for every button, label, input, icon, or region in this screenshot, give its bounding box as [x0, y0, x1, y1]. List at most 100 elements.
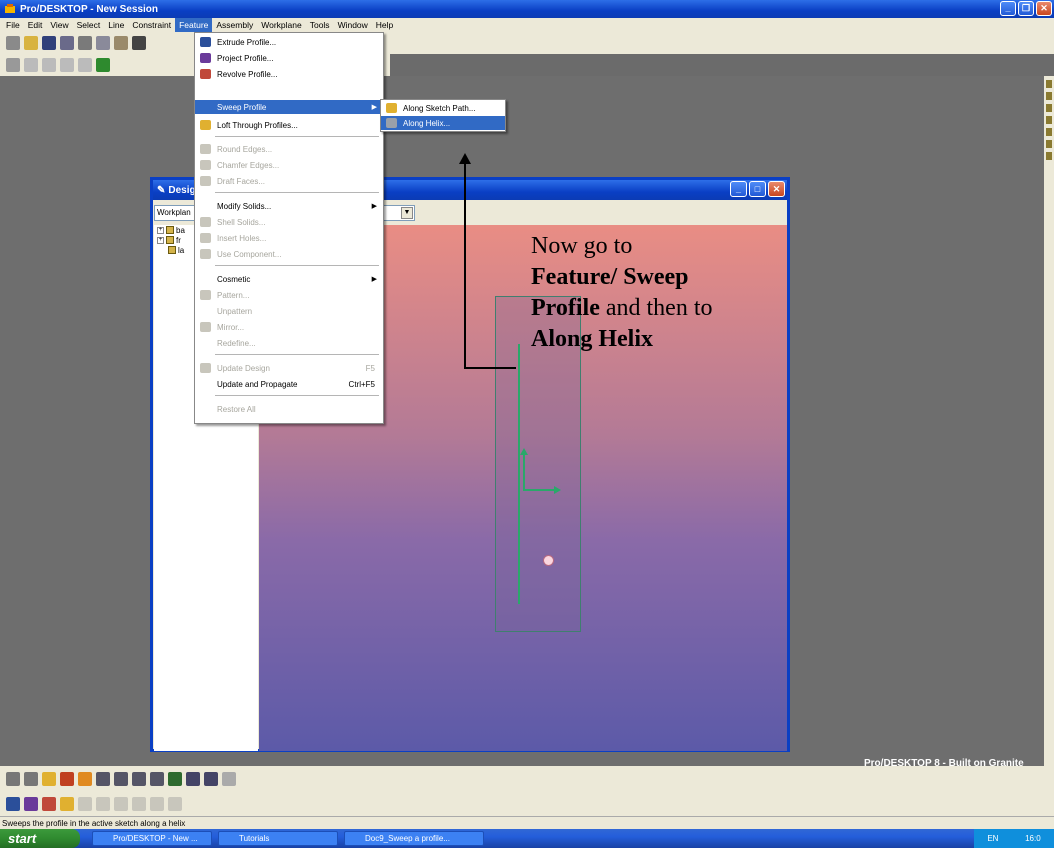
constraint-icon[interactable]	[96, 58, 110, 72]
menu-separator	[215, 265, 379, 266]
taskbar-item[interactable]: Doc9_Sweep a profile...	[344, 831, 484, 846]
menu-workplane[interactable]: Workplane	[257, 18, 305, 32]
menu-edit[interactable]: Edit	[24, 18, 47, 32]
line-icon[interactable]	[24, 58, 38, 72]
menu-item-along-helix[interactable]: Along Helix...	[381, 116, 505, 130]
origin-point[interactable]	[543, 555, 554, 566]
feature-icon[interactable]	[150, 796, 164, 811]
feature-icon[interactable]	[168, 796, 182, 811]
taskbar-item[interactable]: Pro/DESKTOP - New ...	[92, 831, 212, 846]
smile-icon[interactable]	[222, 771, 236, 786]
update-icon	[200, 363, 211, 373]
paste-icon[interactable]	[114, 36, 128, 50]
taskbar-item[interactable]: Tutorials	[218, 831, 338, 846]
right-tool-icon[interactable]	[1046, 116, 1052, 124]
view-icon[interactable]	[24, 771, 38, 786]
view-icon[interactable]	[60, 771, 74, 786]
menu-item-along-sketch-path[interactable]: Along Sketch Path...	[381, 101, 505, 115]
menu-window[interactable]: Window	[334, 18, 372, 32]
menu-file[interactable]: File	[2, 18, 24, 32]
menu-assembly[interactable]: Assembly	[212, 18, 257, 32]
close-button[interactable]: ✕	[1036, 1, 1052, 16]
copy-icon[interactable]	[96, 36, 110, 50]
menu-item-revolve-profile[interactable]: Revolve Profile...	[195, 67, 383, 81]
sweep-icon[interactable]	[60, 796, 74, 811]
menu-view[interactable]: View	[46, 18, 72, 32]
sweep-profile-submenu: Along Sketch Path... Along Helix...	[380, 99, 506, 132]
feature-icon[interactable]	[96, 796, 110, 811]
extrude-icon[interactable]	[6, 796, 20, 811]
revolve-icon[interactable]	[42, 796, 56, 811]
menu-item-restore-all: Restore All	[217, 404, 256, 414]
right-tool-icon[interactable]	[1046, 140, 1052, 148]
design-minimize-button[interactable]: _	[730, 181, 747, 197]
view-icon[interactable]	[6, 771, 20, 786]
minimize-button[interactable]: _	[1000, 1, 1016, 16]
select-icon[interactable]	[6, 58, 20, 72]
project-icon[interactable]	[24, 796, 38, 811]
design-maximize-button[interactable]: □	[749, 181, 766, 197]
axis-arrow-x	[523, 486, 561, 494]
right-tool-icon[interactable]	[1046, 152, 1052, 160]
helix-icon	[386, 118, 397, 128]
ellipse-icon[interactable]	[78, 58, 92, 72]
menu-feature[interactable]: Feature	[175, 18, 213, 32]
menu-item-cosmetic[interactable]: Cosmetic ▶	[195, 272, 383, 286]
zoom-icon[interactable]	[114, 771, 128, 786]
menu-item-chamfer-edges: Chamfer Edges...	[195, 158, 383, 172]
menu-tools[interactable]: Tools	[306, 18, 334, 32]
circle-icon[interactable]	[60, 58, 74, 72]
pattern-icon	[200, 290, 211, 300]
delete-icon[interactable]	[132, 36, 146, 50]
sketch-path-icon	[386, 103, 397, 113]
save-icon[interactable]	[42, 36, 56, 50]
feature-icon[interactable]	[114, 796, 128, 811]
menu-item-update-and-propagate[interactable]: Update and Propagate Ctrl+F5	[195, 377, 383, 391]
arc-icon[interactable]	[42, 58, 56, 72]
right-tool-icon[interactable]	[1046, 92, 1052, 100]
back-icon[interactable]	[186, 771, 200, 786]
print-icon[interactable]	[60, 36, 74, 50]
menu-item-round-edges: Round Edges...	[195, 142, 383, 156]
view-icon[interactable]	[42, 771, 56, 786]
menu-item-extrude-profile[interactable]: Extrude Profile...	[195, 35, 383, 49]
menu-constraint[interactable]: Constraint	[128, 18, 175, 32]
menu-help[interactable]: Help	[372, 18, 397, 32]
right-tool-icon[interactable]	[1046, 104, 1052, 112]
chevron-down-icon[interactable]: ▼	[401, 207, 413, 219]
zoom-in-icon[interactable]	[132, 771, 146, 786]
menu-item-modify-solids[interactable]: Modify Solids... ▶	[195, 199, 383, 213]
right-tool-icon[interactable]	[1046, 128, 1052, 136]
clock[interactable]: 16:0	[1025, 834, 1041, 843]
view-icon[interactable]	[78, 771, 92, 786]
restore-button[interactable]: ❐	[1018, 1, 1034, 16]
zoom-out-icon[interactable]	[150, 771, 164, 786]
feature-icon[interactable]	[132, 796, 146, 811]
start-button[interactable]: start	[0, 829, 80, 848]
helix-axis-line[interactable]	[518, 344, 520, 604]
system-tray: EN 16:0	[974, 829, 1054, 848]
extrude-icon	[200, 37, 211, 47]
feature-icon[interactable]	[78, 796, 92, 811]
menu-select[interactable]: Select	[73, 18, 105, 32]
submenu-arrow-icon: ▶	[371, 104, 377, 111]
tree-label: ba	[176, 225, 185, 235]
menu-line[interactable]: Line	[104, 18, 128, 32]
view-icon[interactable]	[168, 771, 182, 786]
menu-item-project-profile[interactable]: Project Profile...	[195, 51, 383, 65]
design-close-button[interactable]: ✕	[768, 181, 785, 197]
forward-icon[interactable]	[204, 771, 218, 786]
view-toolbar	[0, 766, 1054, 791]
right-tool-icon[interactable]	[1046, 80, 1052, 88]
language-indicator[interactable]: EN	[987, 834, 998, 843]
menu-item-sweep-profile[interactable]: Sweep Profile ▶	[195, 100, 383, 114]
menu-item-insert-holes: Insert Holes...	[195, 231, 383, 245]
cut-icon[interactable]	[78, 36, 92, 50]
zoom-icon[interactable]	[96, 771, 110, 786]
menu-item-loft-through-profiles[interactable]: Loft Through Profiles...	[195, 118, 383, 132]
new-icon[interactable]	[6, 36, 20, 50]
hole-icon	[200, 233, 211, 243]
expand-icon[interactable]: +	[157, 226, 164, 234]
open-folder-icon[interactable]	[24, 36, 38, 50]
expand-icon[interactable]: +	[157, 236, 164, 244]
